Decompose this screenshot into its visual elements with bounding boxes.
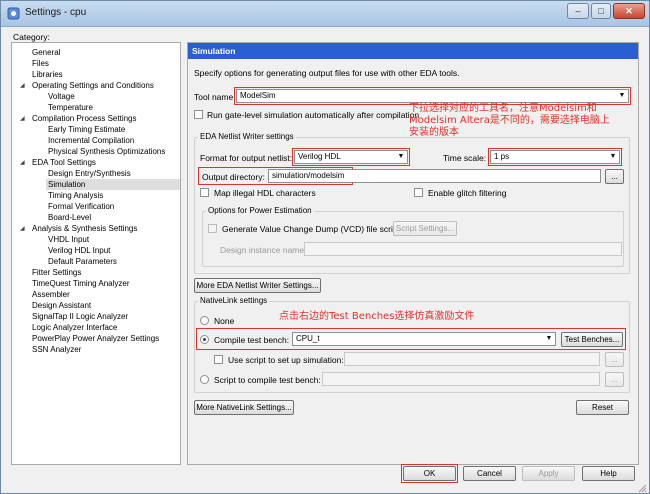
tree-item-assembler[interactable]: Assembler bbox=[32, 289, 70, 300]
tree-item-board-level[interactable]: Board-Level bbox=[48, 212, 91, 223]
more-nativelink-settings-button[interactable]: More NativeLink Settings... bbox=[194, 400, 294, 415]
tree-item-design-assistant[interactable]: Design Assistant bbox=[32, 300, 91, 311]
tool-name-label: Tool name: bbox=[194, 92, 236, 102]
highlight-ok bbox=[401, 464, 458, 483]
more-eda-settings-button[interactable]: More EDA Netlist Writer Settings... bbox=[194, 278, 321, 293]
tree-item-timing-analysis[interactable]: Timing Analysis bbox=[48, 190, 103, 201]
settings-window: Settings - cpu – □ ✕ Category: General F… bbox=[0, 0, 650, 494]
resize-grip-icon[interactable] bbox=[637, 483, 647, 493]
run-gate-level-checkbox[interactable] bbox=[194, 110, 203, 119]
category-tree[interactable]: General Files Libraries ◢ Operating Sett… bbox=[11, 42, 181, 465]
tree-item-default-parameters[interactable]: Default Parameters bbox=[48, 256, 117, 267]
tree-item-incremental-compilation[interactable]: Incremental Compilation bbox=[48, 135, 134, 146]
output-directory-input[interactable]: simulation/modelsim bbox=[268, 169, 601, 183]
tree-item-simulation[interactable]: Simulation bbox=[46, 179, 180, 190]
reset-button[interactable]: Reset bbox=[576, 400, 629, 415]
eda-netlist-group-title: EDA Netlist Writer settings bbox=[198, 132, 296, 141]
none-radio[interactable] bbox=[200, 316, 209, 325]
tree-item-timequest[interactable]: TimeQuest Timing Analyzer bbox=[32, 278, 130, 289]
script-compile-input[interactable] bbox=[322, 372, 600, 386]
use-script-checkbox[interactable] bbox=[214, 355, 223, 364]
tree-item-verilog-hdl-input[interactable]: Verilog HDL Input bbox=[48, 245, 110, 256]
highlight-compile-test-bench bbox=[196, 328, 626, 350]
vcd-checkbox[interactable] bbox=[208, 224, 217, 233]
tree-item-signaltap[interactable]: SignalTap II Logic Analyzer bbox=[32, 311, 128, 322]
tree-item-vhdl-input[interactable]: VHDL Input bbox=[48, 234, 89, 245]
nativelink-group-title: NativeLink settings bbox=[198, 296, 270, 305]
close-button[interactable]: ✕ bbox=[613, 3, 645, 19]
power-estimation-group-title: Options for Power Estimation bbox=[206, 206, 314, 215]
tree-item-temperature[interactable]: Temperature bbox=[48, 102, 93, 113]
tree-item-logic-analyzer-interface[interactable]: Logic Analyzer Interface bbox=[32, 322, 117, 333]
highlight-format bbox=[292, 148, 410, 166]
glitch-filtering-label: Enable glitch filtering bbox=[428, 188, 507, 198]
category-label: Category: bbox=[13, 32, 50, 42]
tree-item-fitter-settings[interactable]: Fitter Settings bbox=[32, 267, 81, 278]
output-directory-browse-button[interactable]: ... bbox=[605, 169, 624, 184]
map-illegal-label: Map illegal HDL characters bbox=[214, 188, 316, 198]
tree-item-libraries[interactable]: Libraries bbox=[32, 69, 63, 80]
use-script-label: Use script to set up simulation: bbox=[228, 355, 344, 365]
apply-button[interactable]: Apply bbox=[522, 466, 575, 481]
tree-item-general[interactable]: General bbox=[32, 47, 60, 58]
power-estimation-group bbox=[202, 211, 624, 267]
format-label: Format for output netlist: bbox=[200, 153, 293, 163]
use-script-browse-button[interactable]: ... bbox=[605, 352, 624, 367]
cancel-button[interactable]: Cancel bbox=[463, 466, 516, 481]
tree-item-analysis-synthesis[interactable]: Analysis & Synthesis Settings bbox=[32, 223, 137, 234]
tree-item-operating-settings[interactable]: Operating Settings and Conditions bbox=[32, 80, 154, 91]
maximize-button[interactable]: □ bbox=[591, 3, 611, 19]
tree-item-powerplay[interactable]: PowerPlay Power Analyzer Settings bbox=[32, 333, 159, 344]
tree-item-eda-tool-settings[interactable]: EDA Tool Settings bbox=[32, 157, 96, 168]
run-gate-level-label: Run gate-level simulation automatically … bbox=[207, 110, 420, 120]
tree-item-design-entry-synthesis[interactable]: Design Entry/Synthesis bbox=[48, 168, 131, 179]
vcd-label: Generate Value Change Dump (VCD) file sc… bbox=[222, 224, 400, 234]
expander-icon[interactable]: ◢ bbox=[20, 159, 25, 166]
script-compile-browse-button[interactable]: ... bbox=[605, 372, 624, 387]
tree-item-formal-verification[interactable]: Formal Verification bbox=[48, 201, 114, 212]
map-illegal-checkbox[interactable] bbox=[200, 188, 209, 197]
tree-item-ssn-analyzer[interactable]: SSN Analyzer bbox=[32, 344, 81, 355]
highlight-time-scale bbox=[488, 148, 622, 166]
tree-item-voltage[interactable]: Voltage bbox=[48, 91, 75, 102]
use-script-input[interactable] bbox=[344, 352, 600, 366]
panel-description: Specify options for generating output fi… bbox=[194, 68, 460, 78]
window-title: Settings - cpu bbox=[25, 7, 87, 18]
help-button[interactable]: Help bbox=[582, 466, 635, 481]
tree-item-physical-synthesis[interactable]: Physical Synthesis Optimizations bbox=[48, 146, 165, 157]
script-compile-label: Script to compile test bench: bbox=[214, 375, 321, 385]
minimize-button[interactable]: – bbox=[567, 3, 589, 19]
settings-app-icon bbox=[7, 7, 20, 20]
expander-icon[interactable]: ◢ bbox=[20, 115, 25, 122]
tool-name-annotation: 下拉选择对应的工具名，注意Modelsim和 Modelsim Altera是不… bbox=[409, 103, 610, 138]
title-bar: Settings - cpu – □ ✕ bbox=[1, 1, 649, 27]
time-scale-label: Time scale: bbox=[443, 153, 487, 163]
none-label: None bbox=[214, 316, 235, 326]
design-instance-label: Design instance name: bbox=[220, 245, 307, 255]
panel-title: Simulation bbox=[188, 43, 638, 59]
test-bench-annotation: 点击右边的Test Benches选择仿真激励文件 bbox=[279, 311, 475, 322]
script-settings-button[interactable]: Script Settings... bbox=[393, 221, 457, 236]
glitch-filtering-checkbox[interactable] bbox=[414, 188, 423, 197]
expander-icon[interactable]: ◢ bbox=[20, 225, 25, 232]
expander-icon[interactable]: ◢ bbox=[20, 82, 25, 89]
tree-item-files[interactable]: Files bbox=[32, 58, 49, 69]
design-instance-input[interactable] bbox=[304, 242, 622, 256]
tree-item-early-timing-estimate[interactable]: Early Timing Estimate bbox=[48, 124, 125, 135]
tree-item-compilation-process[interactable]: Compilation Process Settings bbox=[32, 113, 137, 124]
script-compile-radio[interactable] bbox=[200, 375, 209, 384]
